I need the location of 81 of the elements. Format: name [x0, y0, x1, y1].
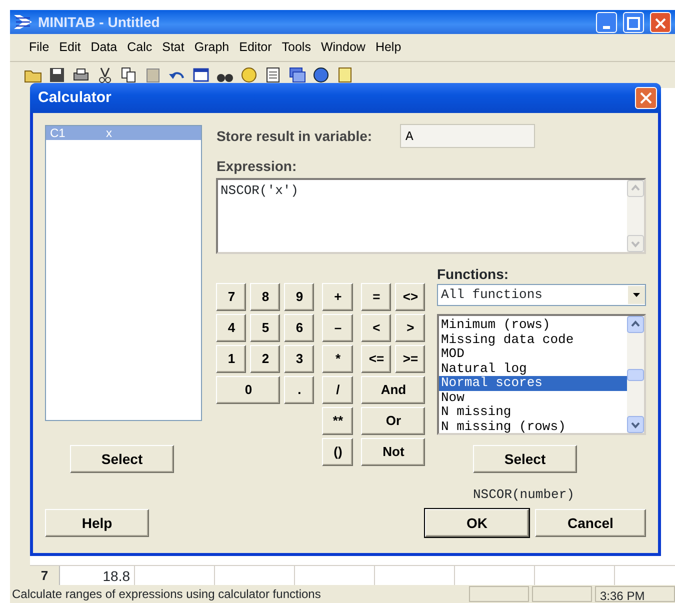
keypad-button[interactable]: +: [322, 283, 354, 311]
keypad-button[interactable]: >: [395, 314, 426, 342]
function-item[interactable]: Minimum (rows): [439, 318, 627, 332]
scissors-icon[interactable]: [96, 66, 114, 84]
notepad-icon[interactable]: [336, 66, 354, 84]
cancel-button[interactable]: Cancel: [535, 509, 646, 537]
keypad-button[interactable]: 5: [250, 314, 280, 342]
keypad-button[interactable]: .: [284, 376, 314, 404]
minimize-icon: [603, 26, 610, 30]
keypad-button[interactable]: <=: [361, 345, 392, 373]
menu-item[interactable]: Data: [86, 36, 122, 59]
menu-item[interactable]: Calc: [122, 36, 158, 59]
keypad-button[interactable]: =: [361, 283, 392, 311]
select-button[interactable]: Select: [70, 445, 174, 473]
status-text: Calculate ranges of expressions using calculator functions: [12, 586, 322, 603]
store-variable-field[interactable]: A: [400, 124, 536, 148]
keypad-button[interactable]: /: [322, 376, 354, 404]
menu-item[interactable]: Editor: [234, 36, 277, 59]
function-item[interactable]: MOD: [439, 347, 627, 362]
help-button[interactable]: Help: [45, 509, 149, 537]
keypad-button[interactable]: 4: [216, 314, 246, 342]
minimize-button[interactable]: [596, 12, 617, 32]
select-button[interactable]: Select: [473, 445, 577, 473]
keypad-button[interactable]: 0: [216, 376, 280, 404]
keypad-button[interactable]: 8: [250, 283, 280, 311]
menu-item[interactable]: Graph: [189, 36, 234, 59]
status-pane: [532, 586, 592, 602]
keypad-button[interactable]: *: [322, 345, 354, 373]
stacked-windows-icon[interactable]: [288, 66, 306, 84]
keypad-button[interactable]: <>: [395, 283, 426, 311]
scroll-down-icon[interactable]: [627, 416, 644, 433]
functions-dropdown[interactable]: All functions: [437, 284, 646, 306]
function-item[interactable]: N missing (rows): [439, 420, 627, 434]
scroll-up-icon[interactable]: [627, 316, 644, 333]
keypad-button[interactable]: Or: [361, 407, 426, 435]
keypad-button[interactable]: >=: [395, 345, 426, 373]
menu-item[interactable]: Window: [316, 36, 370, 59]
maximize-button[interactable]: [623, 12, 644, 32]
keypad-button[interactable]: 9: [284, 283, 314, 311]
expression-label: Expression:: [216, 157, 298, 174]
close-button[interactable]: [635, 87, 657, 109]
keypad-button[interactable]: 7: [216, 283, 246, 311]
document-icon[interactable]: [264, 66, 282, 84]
menu-item[interactable]: Edit: [54, 36, 86, 59]
close-button[interactable]: [650, 12, 671, 32]
menu-item[interactable]: Tools: [276, 36, 316, 59]
menu-item[interactable]: Stat: [157, 36, 190, 59]
keypad-button[interactable]: Not: [361, 438, 426, 466]
window-title: MINITAB - Untitled: [38, 12, 160, 32]
row-header: 7: [30, 566, 60, 585]
function-item[interactable]: Normal scores: [439, 376, 627, 390]
app-logo-icon: [14, 15, 32, 29]
store-label: Store result in variable:: [216, 126, 374, 146]
functions-label: Functions:: [437, 265, 510, 282]
function-item[interactable]: N missing: [439, 405, 627, 420]
copy-icon[interactable]: [120, 66, 138, 84]
window-icon[interactable]: [192, 66, 210, 84]
status-time: 3:36 PM: [595, 586, 675, 602]
keypad-button[interactable]: And: [361, 376, 426, 404]
menu-item[interactable]: File: [24, 36, 54, 59]
menu-item[interactable]: Help: [370, 36, 406, 59]
keypad-button[interactable]: <: [361, 314, 392, 342]
table-cell: 18.8: [60, 566, 135, 585]
ok-button[interactable]: OK: [425, 509, 529, 537]
keypad-button[interactable]: (): [322, 438, 354, 466]
function-item[interactable]: Missing data code: [439, 332, 627, 347]
status-pane: [469, 586, 529, 602]
close-icon: [639, 91, 653, 105]
keypad-button[interactable]: 3: [284, 345, 314, 373]
keypad-button[interactable]: **: [322, 407, 354, 435]
function-syntax: NSCOR(number): [473, 486, 576, 504]
function-item[interactable]: Now: [439, 390, 627, 405]
function-item[interactable]: Natural log: [439, 362, 627, 376]
keypad-button[interactable]: 2: [250, 345, 280, 373]
save-icon[interactable]: [48, 66, 66, 84]
clipboard-icon[interactable]: [144, 66, 162, 84]
scroll-thumb[interactable]: [627, 368, 644, 380]
keypad-button[interactable]: 6: [284, 314, 314, 342]
keypad-button[interactable]: –: [322, 314, 354, 342]
keypad-button[interactable]: 1: [216, 345, 246, 373]
dialog-title: Calculator: [38, 88, 112, 108]
